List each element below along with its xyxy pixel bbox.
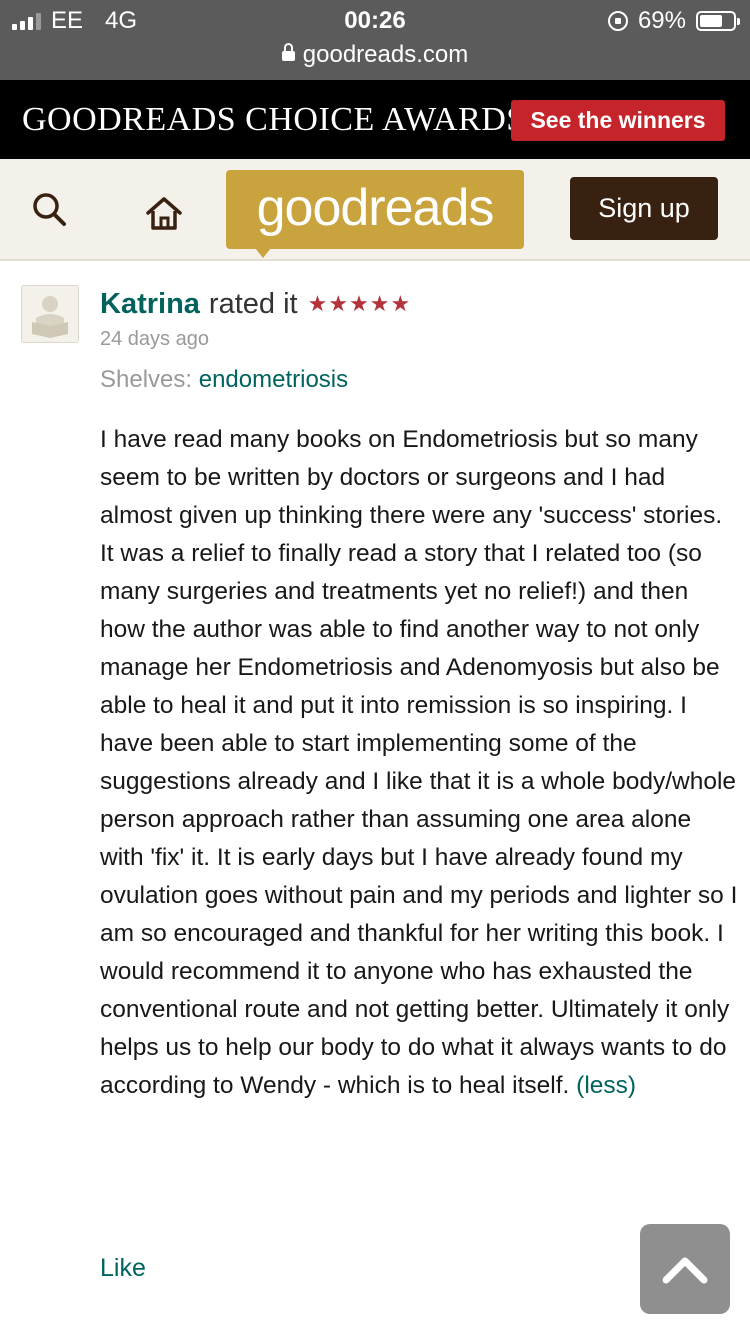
chevron-up-icon xyxy=(662,1257,708,1284)
awards-banner: GOODREADS CHOICE AWARDS See the winners xyxy=(0,80,750,159)
see-winners-button[interactable]: See the winners xyxy=(511,100,725,141)
star-icon: ★ xyxy=(349,291,369,316)
review-header: Katrina rated it ★ ★ ★ ★ ★ xyxy=(100,284,410,324)
awards-title: GOODREADS CHOICE AWARDS xyxy=(22,101,526,138)
logo-pointer xyxy=(255,248,271,258)
site-header: goodreads Sign up xyxy=(0,159,750,261)
rating-stars: ★ ★ ★ ★ ★ xyxy=(308,293,411,315)
status-bar: EE 4G 00:26 69% goodreads.com xyxy=(0,0,750,80)
reviewer-name[interactable]: Katrina xyxy=(100,288,200,321)
shelves-label: Shelves: xyxy=(100,366,193,393)
review-body-text: I have read many books on Endometriosis … xyxy=(100,426,738,1099)
search-icon[interactable] xyxy=(32,192,66,226)
review-text: I have read many books on Endometriosis … xyxy=(100,421,740,1105)
lock-icon xyxy=(281,43,295,61)
shelves-line: Shelves: endometriosis xyxy=(100,366,348,394)
sign-up-button[interactable]: Sign up xyxy=(570,177,718,240)
default-user-icon xyxy=(32,296,68,338)
home-icon[interactable] xyxy=(144,195,184,231)
less-link[interactable]: (less) xyxy=(576,1072,636,1099)
like-button[interactable]: Like xyxy=(100,1254,146,1283)
shelf-link[interactable]: endometriosis xyxy=(199,366,348,393)
scroll-to-top-button[interactable] xyxy=(640,1224,730,1314)
battery-percent: 69% xyxy=(637,7,686,34)
star-icon: ★ xyxy=(307,291,328,316)
avatar[interactable] xyxy=(21,285,79,343)
status-right: 69% xyxy=(607,6,740,36)
battery-icon xyxy=(696,11,740,31)
goodreads-logo[interactable]: goodreads xyxy=(226,170,524,249)
rated-text: rated it xyxy=(208,287,298,320)
url-text: goodreads.com xyxy=(302,41,469,68)
review-date[interactable]: 24 days ago xyxy=(100,328,209,351)
star-icon: ★ xyxy=(328,291,349,316)
star-icon: ★ xyxy=(369,291,390,316)
orientation-lock-icon xyxy=(607,11,628,31)
star-icon: ★ xyxy=(390,291,411,316)
address-bar[interactable]: goodreads.com xyxy=(0,40,750,70)
